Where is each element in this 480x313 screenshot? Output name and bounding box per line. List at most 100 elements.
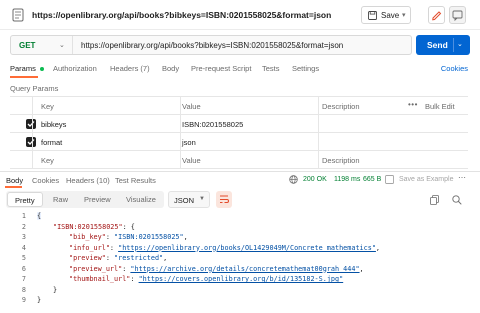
- comment-icon: [452, 10, 463, 22]
- table-row: format json: [10, 133, 468, 151]
- code-line: 8 }: [0, 286, 480, 297]
- line-number: 3: [21, 233, 26, 241]
- search-icon[interactable]: [452, 195, 462, 205]
- query-params-table: Key Value Description ••• Bulk Edit bibk…: [10, 96, 468, 169]
- line-number: 1: [21, 212, 26, 220]
- key-column-header: Key: [41, 102, 54, 111]
- tab-headers[interactable]: Headers (7): [110, 64, 150, 73]
- save-icon: [368, 11, 377, 20]
- param-description[interactable]: [318, 115, 468, 133]
- code-line: 6 "preview_url": "https://archive.org/de…: [0, 265, 480, 276]
- copy-icon[interactable]: [430, 195, 439, 205]
- edit-button[interactable]: [428, 6, 445, 24]
- view-raw[interactable]: Raw: [46, 192, 76, 207]
- method-label: GET: [19, 41, 36, 50]
- send-label: Send: [427, 40, 448, 50]
- active-tab-indicator: [5, 186, 22, 188]
- bulk-edit-link[interactable]: Bulk Edit: [425, 102, 455, 111]
- tab-response-body[interactable]: Body: [6, 176, 23, 185]
- line-number: 6: [21, 264, 26, 273]
- param-key: format: [41, 138, 63, 147]
- view-mode-group: Pretty Raw Preview Visualize: [6, 191, 164, 208]
- line-number: 9: [21, 296, 26, 304]
- json-link[interactable]: "https://openlibrary.org/books/OL1429049…: [118, 244, 376, 252]
- line-number: 8: [21, 285, 26, 294]
- url-bar: GET ⌄: [10, 35, 412, 55]
- method-select[interactable]: GET ⌄: [11, 36, 73, 54]
- line-number: 5: [21, 254, 26, 262]
- tab-tests[interactable]: Tests: [262, 64, 280, 73]
- json-key: "thumbnail_url": [69, 275, 131, 283]
- response-tabs: Body Cookies Headers (10) Test Results 2…: [0, 172, 480, 188]
- line-number: 4: [21, 243, 26, 252]
- tab-params[interactable]: Params: [10, 64, 36, 73]
- response-toolbar: Pretty Raw Preview Visualize JSON ▼: [0, 190, 480, 210]
- send-button[interactable]: Send ⌄: [416, 35, 470, 55]
- request-tabs: Params Authorization Headers (7) Body Pr…: [0, 60, 480, 78]
- send-divider: [453, 38, 454, 52]
- json-key: "info_url": [69, 243, 110, 252]
- status-code[interactable]: 200 OK: [303, 176, 327, 183]
- json-link[interactable]: "https://covers.openlibrary.org/b/id/135…: [139, 275, 344, 283]
- line-number: 7: [21, 275, 26, 283]
- wrap-lines-icon: [220, 195, 230, 203]
- url-input[interactable]: [81, 41, 406, 50]
- json-punct: : {: [122, 222, 135, 231]
- param-value: json: [182, 138, 196, 147]
- view-preview[interactable]: Preview: [78, 192, 118, 207]
- description-column-header: Description: [322, 102, 360, 111]
- code-text: }: [53, 285, 58, 294]
- tab-settings[interactable]: Settings: [292, 64, 319, 73]
- code-line: 1 {: [0, 212, 480, 223]
- code-line: 7 "thumbnail_url": "https://covers.openl…: [0, 275, 480, 286]
- chevron-down-icon: ▼: [199, 196, 205, 202]
- json-link[interactable]: "https://archive.org/details/concretemat…: [130, 265, 359, 273]
- code-line: 9 }: [0, 296, 480, 307]
- pencil-icon: [432, 11, 442, 21]
- tab-response-cookies[interactable]: Cookies: [32, 176, 59, 185]
- chevron-down-icon[interactable]: ⌄: [457, 40, 463, 48]
- chevron-down-icon: ⌄: [59, 42, 65, 49]
- http-request-icon: [12, 8, 24, 22]
- chevron-down-icon[interactable]: ▾: [402, 11, 406, 19]
- save-button[interactable]: Save ▾: [361, 6, 411, 24]
- globe-icon: [289, 175, 298, 184]
- param-value: ISBN:0201558025: [182, 120, 244, 129]
- code-line: 2 "ISBN:0201558025": {: [0, 223, 480, 234]
- more-options-icon[interactable]: •••: [408, 100, 418, 109]
- save-as-example-button[interactable]: Save as Example: [399, 176, 453, 183]
- cookies-link[interactable]: Cookies: [441, 64, 468, 73]
- tab-authorization[interactable]: Authorization: [53, 64, 97, 73]
- comments-button[interactable]: [449, 6, 466, 24]
- json-key: "preview": [69, 254, 106, 262]
- response-time[interactable]: 1198 ms: [334, 176, 360, 183]
- format-select[interactable]: JSON ▼: [168, 191, 210, 208]
- code-line: 5 "preview": "restricted",: [0, 254, 480, 265]
- table-row: bibkeys ISBN:0201558025: [10, 115, 468, 133]
- active-tab-indicator: [10, 76, 38, 78]
- response-body-code[interactable]: 1 { 2 "ISBN:0201558025": { 3 "bib_key": …: [0, 212, 480, 313]
- json-value: "restricted": [114, 254, 164, 262]
- json-key: "ISBN:0201558025": [53, 222, 123, 231]
- tab-test-results[interactable]: Test Results: [115, 176, 156, 185]
- save-label: Save: [381, 11, 400, 20]
- description-placeholder: Description: [322, 156, 360, 165]
- tab-response-headers[interactable]: Headers (10): [66, 176, 110, 185]
- response-size[interactable]: 665 B: [363, 176, 381, 183]
- request-title: https://openlibrary.org/api/books?bibkey…: [32, 10, 332, 20]
- param-description[interactable]: [318, 133, 468, 151]
- code-line: 3 "bib_key": "ISBN:0201558025",: [0, 233, 480, 244]
- value-column-header: Value: [182, 102, 201, 111]
- json-key: "preview_url": [69, 264, 123, 273]
- line-number: 2: [21, 222, 26, 231]
- view-visualize[interactable]: Visualize: [120, 192, 162, 207]
- wrap-lines-button[interactable]: [216, 191, 232, 208]
- view-pretty[interactable]: Pretty: [7, 192, 43, 207]
- tab-body[interactable]: Body: [162, 64, 179, 73]
- param-key: bibkeys: [41, 120, 67, 129]
- more-options-icon[interactable]: ⋯: [458, 173, 466, 182]
- value-placeholder: Value: [182, 156, 201, 165]
- query-params-title: Query Params: [10, 84, 59, 93]
- tab-pre-request-script[interactable]: Pre-request Script: [191, 64, 251, 73]
- code-text: {: [37, 212, 42, 220]
